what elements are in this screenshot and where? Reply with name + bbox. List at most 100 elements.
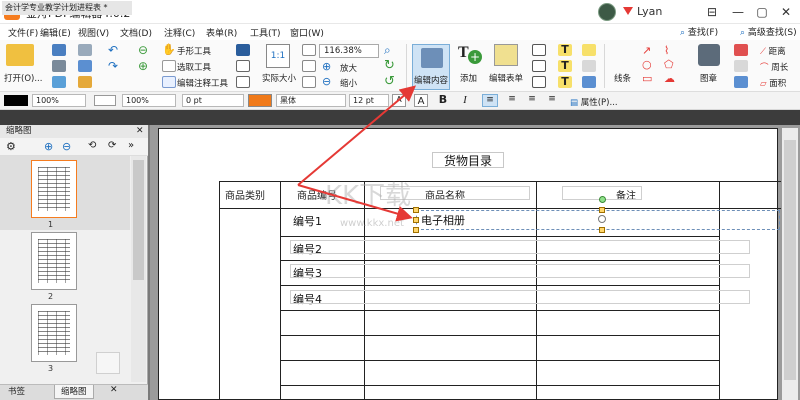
enlarge-thumbnail-icon[interactable]: ⊕	[44, 140, 53, 153]
attach-icon[interactable]	[78, 76, 92, 88]
menu-comment[interactable]: 注释(C)	[164, 26, 195, 39]
text-select-icon[interactable]	[236, 60, 250, 72]
search-tool[interactable]: ⌕ 查找(F)	[680, 25, 718, 38]
settings-gear-icon[interactable]: ⚙	[6, 140, 16, 153]
line-tool-button[interactable]: 线条	[614, 72, 631, 84]
edit-annotation-tool[interactable]: 编辑注释工具	[177, 77, 228, 89]
document-title[interactable]: 货物目录	[432, 152, 504, 168]
cloud-icon[interactable]	[78, 60, 92, 72]
zoom-icon[interactable]: ⌕	[384, 44, 398, 56]
distance-tool[interactable]: ⟋ 距离	[760, 45, 786, 57]
fit-page-icon[interactable]	[302, 44, 316, 56]
italic-icon[interactable]: I	[458, 93, 472, 107]
shrink-thumbnail-icon[interactable]: ⊖	[62, 140, 71, 153]
bottom-tab-close-icon[interactable]: ✕	[110, 385, 118, 395]
rotate-handle[interactable]	[599, 196, 606, 203]
actual-size-icon[interactable]: 1:1	[266, 44, 290, 68]
resize-handle[interactable]	[599, 227, 605, 233]
hand-tool[interactable]: 手形工具	[177, 45, 211, 57]
textbox-icon[interactable]	[532, 60, 546, 72]
add-icon[interactable]: T +	[458, 44, 484, 66]
zoom-out-icon[interactable]: ⊖	[322, 76, 336, 88]
menu-edit[interactable]: 编辑(E)	[40, 26, 71, 39]
header-category[interactable]: 商品类别	[225, 187, 265, 202]
text-style-icon[interactable]: A	[414, 94, 428, 107]
rotate-cw-icon[interactable]: ↻	[384, 59, 398, 72]
ruler-icon[interactable]	[734, 76, 748, 88]
eraser-icon[interactable]	[734, 44, 748, 56]
move-handle-icon[interactable]	[598, 215, 606, 223]
zoom-in-button[interactable]: 放大	[340, 62, 357, 74]
stamp-button[interactable]: 图章	[700, 72, 717, 84]
form-field-row-4[interactable]	[290, 290, 750, 304]
text-box-icon[interactable]: A	[392, 94, 406, 107]
rotate-left-icon[interactable]: ⟲	[88, 140, 96, 151]
hand-tool-icon[interactable]: ✋	[162, 44, 176, 56]
align-left-icon[interactable]: ≡	[482, 94, 498, 107]
panel-close-icon[interactable]: ✕	[136, 126, 144, 136]
row-number-1[interactable]: 编号1	[293, 213, 322, 229]
pencil-icon[interactable]	[734, 60, 748, 72]
email-icon[interactable]	[78, 44, 92, 56]
resize-handle[interactable]	[413, 207, 419, 213]
edit-form-icon[interactable]	[494, 44, 518, 66]
user-name[interactable]: Lyan	[637, 5, 662, 18]
select-tool-icon[interactable]	[162, 60, 176, 72]
opacity-select[interactable]: 100%	[32, 94, 86, 107]
open-button[interactable]: 打开(O)...	[4, 72, 42, 84]
resize-handle[interactable]	[413, 227, 419, 233]
shape-tools[interactable]: ↗ ⌇ ○ ⬠ ▭ ☁	[640, 44, 696, 86]
file-attachment-icon[interactable]	[582, 60, 596, 72]
advanced-search-tool[interactable]: ⌕ 高级查找(S)	[740, 25, 797, 38]
fit-visible-icon[interactable]	[302, 76, 316, 88]
menu-tools[interactable]: 工具(T)	[250, 26, 281, 39]
text-color-swatch[interactable]	[248, 94, 272, 107]
menu-document[interactable]: 文档(D)	[120, 26, 152, 39]
document-scrollbar-thumb[interactable]	[784, 140, 796, 380]
save-icon[interactable]	[52, 44, 66, 56]
select-tool[interactable]: 选取工具	[177, 61, 211, 73]
stamp-icon[interactable]	[698, 44, 720, 66]
align-justify-icon[interactable]: ≡	[544, 94, 560, 107]
new-tab-icon[interactable]: +	[139, 1, 151, 13]
menu-form[interactable]: 表单(R)	[206, 26, 237, 39]
rotate-ccw-icon[interactable]: ↺	[384, 75, 398, 88]
redo-icon[interactable]: ↷	[108, 60, 122, 72]
back-icon[interactable]: ⊖	[138, 44, 152, 56]
panel-scrollbar-thumb[interactable]	[133, 160, 144, 280]
zoom-in-icon[interactable]: ⊕	[322, 61, 336, 73]
edit-form-button[interactable]: 编辑表单	[489, 72, 523, 84]
scan-icon[interactable]	[52, 76, 66, 88]
callout-icon[interactable]	[532, 76, 546, 88]
bold-icon[interactable]: B	[436, 93, 450, 107]
menu-window[interactable]: 窗口(W)	[290, 26, 324, 39]
thumbnail-page-1[interactable]	[31, 160, 77, 218]
thumbnail-page-2[interactable]	[31, 232, 77, 290]
line-width-select[interactable]: 0 pt	[182, 94, 244, 107]
area-tool[interactable]: ▱ 面积	[760, 77, 786, 89]
form-field-row-2[interactable]	[290, 240, 750, 254]
sound-icon[interactable]	[582, 76, 596, 88]
menu-icon[interactable]: ⊟	[700, 2, 724, 22]
fill-opacity-select[interactable]: 100%	[122, 94, 176, 107]
open-folder-icon[interactable]	[6, 44, 34, 66]
fill-color-swatch[interactable]	[94, 95, 116, 106]
resize-handle[interactable]	[413, 217, 419, 223]
fit-width-icon[interactable]	[302, 60, 316, 72]
perimeter-tool[interactable]: ⌒ 周长	[760, 61, 788, 73]
close-icon[interactable]: ✕	[774, 2, 798, 22]
thumbnail-page-3[interactable]	[31, 304, 77, 362]
minimize-icon[interactable]: —	[726, 2, 750, 22]
forward-icon[interactable]: ⊕	[138, 60, 152, 72]
print-icon[interactable]	[52, 60, 66, 72]
underline-text-icon[interactable]: T	[558, 76, 572, 88]
snapshot-icon[interactable]	[236, 44, 250, 56]
zoom-out-button[interactable]: 缩小	[340, 77, 357, 89]
zoom-select[interactable]: 116.38%	[319, 44, 379, 58]
align-center-icon[interactable]: ≡	[504, 94, 520, 107]
properties-button[interactable]: ▤ 属性(P)...	[570, 96, 618, 108]
text-field-icon[interactable]	[532, 44, 546, 56]
bookmarks-tab[interactable]: 书签	[2, 385, 31, 399]
maximize-icon[interactable]: ▢	[750, 2, 774, 22]
more-chevron-icon[interactable]: »	[128, 140, 134, 151]
